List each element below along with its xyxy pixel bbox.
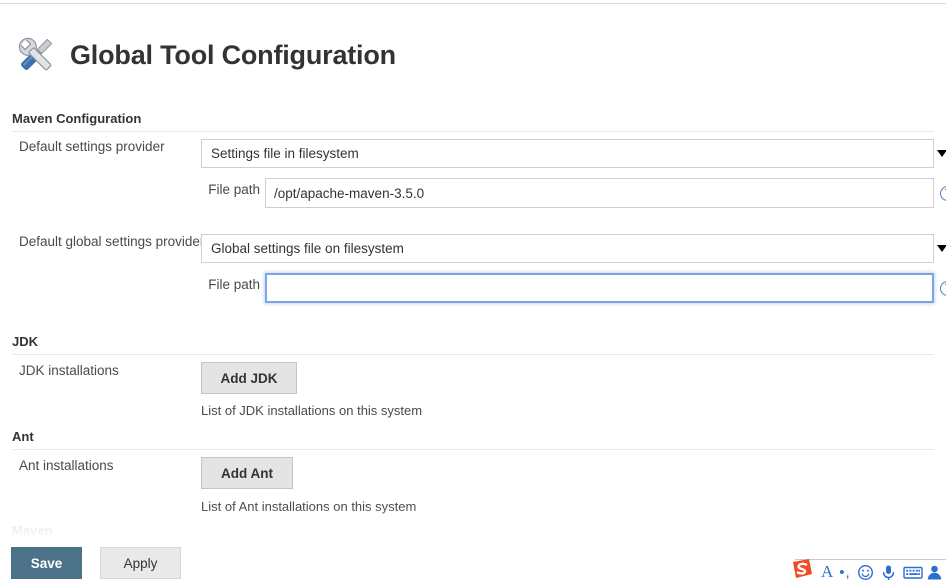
- section-divider-jdk: [12, 354, 934, 355]
- label-maven-global-settings-file-path: File path: [208, 277, 260, 292]
- add-jdk-button-label: Add JDK: [220, 370, 278, 386]
- apply-button[interactable]: Apply: [100, 547, 181, 579]
- keyboard-icon[interactable]: [903, 564, 923, 581]
- section-heading-jdk: JDK: [12, 334, 39, 349]
- select-default-settings-provider[interactable]: Settings file in filesystem: [201, 139, 934, 168]
- chevron-down-icon-default-global-settings-provider[interactable]: [937, 245, 946, 252]
- hint-jdk-installations: List of JDK installations on this system: [201, 403, 423, 418]
- configuration-form: Maven Configuration Default settings pro…: [0, 100, 946, 540]
- add-jdk-button[interactable]: Add JDK: [201, 362, 297, 394]
- ime-toolbar[interactable]: A •,: [793, 559, 946, 584]
- section-heading-maven-configuration: Maven Configuration: [12, 111, 142, 126]
- top-divider: [0, 3, 946, 4]
- input-maven-settings-file-path-value: /opt/apache-maven-3.5.0: [274, 185, 425, 201]
- punctuation-icon[interactable]: •,: [839, 564, 850, 581]
- label-default-global-settings-provider: Default global settings provider: [19, 234, 205, 249]
- section-divider-maven-configuration: [12, 131, 934, 132]
- chevron-down-icon-default-settings-provider[interactable]: [937, 150, 946, 157]
- page-title: Global Tool Configuration: [70, 39, 396, 70]
- input-maven-global-settings-file-path[interactable]: [265, 273, 934, 303]
- label-jdk-installations: JDK installations: [19, 363, 119, 378]
- section-heading-maven: Maven: [12, 523, 53, 538]
- help-icon-maven-settings-file-path[interactable]: ?: [940, 186, 946, 201]
- label-maven-settings-file-path: File path: [208, 182, 260, 197]
- label-default-settings-provider: Default settings provider: [19, 139, 165, 154]
- hint-ant-installations: List of Ant installations on this system: [201, 499, 417, 514]
- add-ant-button-label: Add Ant: [221, 465, 273, 481]
- select-default-global-settings-provider-value: Global settings file on filesystem: [211, 241, 404, 256]
- tools-wrench-screwdriver-icon: [12, 31, 60, 79]
- global-tool-configuration-page: Global Tool Configuration Maven Configur…: [0, 0, 946, 584]
- emoji-smiley-icon[interactable]: [857, 564, 874, 581]
- letter-a-icon[interactable]: A: [821, 562, 833, 582]
- select-default-global-settings-provider[interactable]: Global settings file on filesystem: [201, 234, 934, 263]
- page-header: Global Tool Configuration: [12, 31, 396, 79]
- microphone-icon[interactable]: [880, 564, 897, 581]
- section-heading-ant: Ant: [12, 429, 34, 444]
- select-default-settings-provider-value: Settings file in filesystem: [211, 146, 359, 161]
- user-profile-icon[interactable]: [926, 564, 943, 581]
- input-maven-settings-file-path[interactable]: /opt/apache-maven-3.5.0: [265, 178, 934, 208]
- label-ant-installations: Ant installations: [19, 458, 114, 473]
- add-ant-button[interactable]: Add Ant: [201, 457, 293, 489]
- help-icon-maven-global-settings-file-path[interactable]: ?: [940, 281, 946, 296]
- sogou-s-logo-icon[interactable]: [789, 557, 815, 581]
- section-divider-ant: [12, 449, 934, 450]
- save-button[interactable]: Save: [11, 547, 82, 579]
